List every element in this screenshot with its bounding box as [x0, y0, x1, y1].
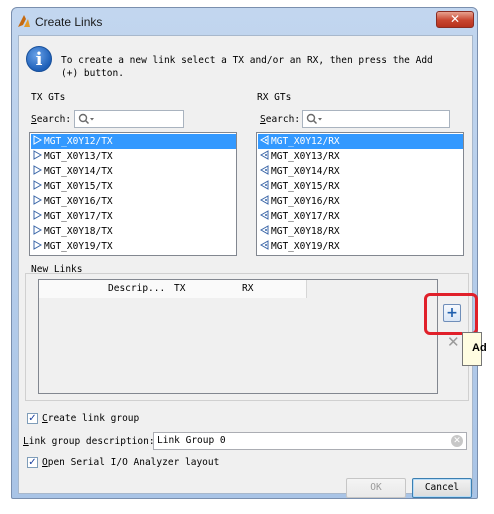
list-item-label: MGT_X0Y18/TX [44, 226, 113, 237]
list-item-label: MGT_X0Y15/RX [271, 181, 340, 192]
search-icon [78, 113, 100, 125]
cancel-button[interactable]: Cancel [412, 478, 472, 498]
list-item[interactable]: MGT_X0Y13/TX [31, 149, 236, 164]
list-item-label: MGT_X0Y16/TX [44, 196, 113, 207]
list-item-label: MGT_X0Y19/RX [271, 241, 340, 252]
new-links-group: Descrip... TX RX [25, 273, 469, 401]
list-item[interactable]: MGT_X0Y16/TX [31, 194, 236, 209]
open-analyzer-layout-checkbox[interactable]: ✓ [27, 457, 38, 468]
list-item-label: MGT_X0Y18/RX [271, 226, 340, 237]
list-item-label: MGT_X0Y12/RX [271, 136, 340, 147]
list-item[interactable]: MGT_X0Y13/RX [258, 149, 463, 164]
tx-search-label: Search: [31, 114, 72, 125]
tx-gt-icon [33, 135, 42, 145]
list-item[interactable]: MGT_X0Y19/RX [258, 239, 463, 254]
rx-gt-list[interactable]: MGT_X0Y12/RX MGT_X0Y13/RX MGT_X0Y14/RX MGT_… [256, 132, 464, 256]
add-link-button[interactable]: + [443, 304, 461, 322]
list-item[interactable]: MGT_X0Y18/TX [31, 224, 236, 239]
link-group-description-input[interactable]: Link Group 0 [153, 432, 467, 450]
link-group-description-label: Link group description: [23, 436, 155, 447]
list-item-label: MGT_X0Y17/RX [271, 211, 340, 222]
tx-gt-icon [33, 150, 42, 160]
column-header-description[interactable]: Descrip... [105, 280, 175, 298]
link-group-description-value: Link Group 0 [157, 435, 226, 446]
rx-gt-icon [260, 165, 269, 175]
list-item[interactable]: MGT_X0Y14/RX [258, 164, 463, 179]
column-header-tx[interactable]: TX [171, 280, 243, 298]
tx-group-title: TX GTs [31, 92, 66, 103]
rx-gt-icon [260, 240, 269, 250]
list-item-label: MGT_X0Y12/TX [44, 136, 113, 147]
list-item-label: MGT_X0Y13/RX [271, 151, 340, 162]
dialog-body: i To create a new link select a TX and/o… [18, 35, 487, 498]
column-header-rx[interactable]: RX [239, 280, 307, 298]
list-item[interactable]: MGT_X0Y12/RX [258, 134, 463, 149]
tx-gt-icon [33, 210, 42, 220]
list-item[interactable]: MGT_X0Y16/RX [258, 194, 463, 209]
rx-search-label: Search: [260, 114, 301, 125]
tx-search-input[interactable] [74, 110, 184, 128]
list-item-label: MGT_X0Y17/TX [44, 211, 113, 222]
ok-button[interactable]: OK [346, 478, 406, 498]
rx-search-input[interactable] [302, 110, 450, 128]
list-item[interactable]: MGT_X0Y19/TX [31, 239, 236, 254]
create-link-group-label: Create link group [42, 413, 140, 424]
list-item-label: MGT_X0Y15/TX [44, 181, 113, 192]
list-item-label: MGT_X0Y13/TX [44, 151, 113, 162]
list-item[interactable]: MGT_X0Y15/RX [258, 179, 463, 194]
vivado-logo-icon [18, 15, 30, 27]
list-item-label: MGT_X0Y16/RX [271, 196, 340, 207]
rx-gt-icon [260, 135, 269, 145]
search-icon [306, 113, 328, 125]
rx-gt-icon [260, 225, 269, 235]
info-icon: i [26, 46, 52, 72]
title-bar[interactable]: Create Links ✕ [12, 8, 477, 35]
tx-gt-icon [33, 225, 42, 235]
create-links-dialog: Create Links ✕ i To create a new link se… [11, 7, 487, 499]
tx-gt-list[interactable]: MGT_X0Y12/TX MGT_X0Y13/TX MGT_X0Y14/TX MGT_… [29, 132, 237, 256]
new-links-table[interactable]: Descrip... TX RX [38, 279, 438, 394]
rx-gt-icon [260, 180, 269, 190]
open-analyzer-layout-label: Open Serial I/O Analyzer layout [42, 457, 220, 468]
add-tooltip: Ad [462, 332, 487, 366]
list-item-label: MGT_X0Y14/RX [271, 166, 340, 177]
list-item[interactable]: MGT_X0Y12/TX [31, 134, 236, 149]
tx-gt-icon [33, 180, 42, 190]
create-link-group-checkbox[interactable]: ✓ [27, 413, 38, 424]
list-item-label: MGT_X0Y14/TX [44, 166, 113, 177]
instructions-text: To create a new link select a TX and/or … [61, 55, 433, 79]
list-item[interactable]: MGT_X0Y17/RX [258, 209, 463, 224]
tx-gt-icon [33, 195, 42, 205]
close-button[interactable]: ✕ [436, 11, 474, 28]
remove-link-icon[interactable]: ✕ [447, 333, 460, 351]
list-item[interactable]: MGT_X0Y17/TX [31, 209, 236, 224]
list-item[interactable]: MGT_X0Y15/TX [31, 179, 236, 194]
list-item-label: MGT_X0Y19/TX [44, 241, 113, 252]
rx-group-title: RX GTs [257, 92, 292, 103]
rx-gt-icon [260, 210, 269, 220]
list-item[interactable]: MGT_X0Y18/RX [258, 224, 463, 239]
tx-gt-icon [33, 240, 42, 250]
rx-gt-icon [260, 195, 269, 205]
rx-gt-icon [260, 150, 269, 160]
list-item[interactable]: MGT_X0Y14/TX [31, 164, 236, 179]
clear-field-icon[interactable]: ✕ [451, 435, 463, 447]
column-header-select[interactable] [39, 280, 106, 298]
tx-gt-icon [33, 165, 42, 175]
window-title: Create Links [35, 15, 103, 29]
